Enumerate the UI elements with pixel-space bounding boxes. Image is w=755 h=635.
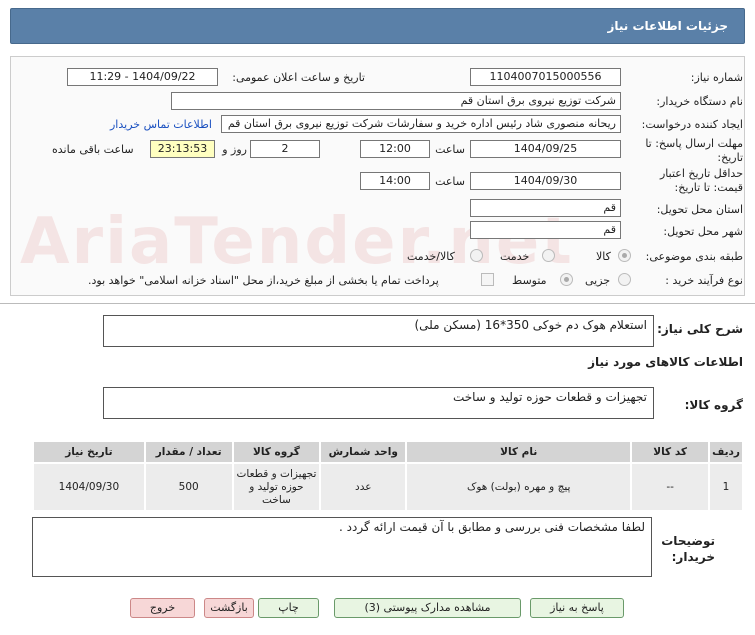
purchase-radio-minor[interactable] [618, 273, 631, 286]
purchase-option-medium: متوسط [512, 274, 547, 287]
col-name: نام کالا [405, 440, 633, 464]
col-code: کد کالا [630, 440, 711, 464]
days-remaining-field: 2 [250, 140, 320, 158]
category-radio-service[interactable] [542, 249, 555, 262]
category-radio-goods-service[interactable] [470, 249, 483, 262]
description-label: شرح کلی نیاز: [657, 322, 743, 336]
category-radio-goods[interactable] [618, 249, 631, 262]
cell-row: 1 [708, 462, 744, 512]
purchase-type-label: نوع فرآیند خرید : [665, 274, 743, 287]
print-button[interactable]: چاپ [258, 598, 319, 618]
buyer-org-field: شرکت توزیع نیروی برق استان قم [171, 92, 621, 110]
cell-unit: عدد [319, 462, 408, 512]
respond-button[interactable]: پاسخ به نیاز [530, 598, 624, 618]
creator-label: ایجاد کننده درخواست: [641, 118, 743, 131]
buyer-notes-text: لطفا مشخصات فنی بررسی و مطابق با آن قیمت… [339, 520, 645, 534]
window-title-bar: جزئیات اطلاعات نیاز [10, 8, 745, 44]
goods-group-label: گروه کالا: [684, 398, 743, 412]
col-group: گروه کالا [231, 440, 322, 464]
treasury-payment-checkbox[interactable] [481, 273, 494, 286]
price-validity-time-label: ساعت [435, 175, 465, 188]
buyer-notes-box: لطفا مشخصات فنی بررسی و مطابق با آن قیمت… [32, 517, 652, 577]
price-validity-date-field: 1404/09/30 [470, 172, 621, 190]
cell-name: پیچ و مهره (بولت) هوک [405, 462, 633, 512]
announce-label: تاریخ و ساعت اعلان عمومی: [232, 71, 365, 84]
cell-group: تجهیزات و قطعات حوزه تولید و ساخت [231, 462, 322, 512]
treasury-payment-note: پرداخت تمام یا بخشی از مبلغ خرید،از محل … [88, 274, 439, 287]
buyer-contact-link[interactable]: اطلاعات تماس خریدار [110, 118, 212, 131]
col-qty: تعداد / مقدار [143, 440, 234, 464]
purchase-radio-medium[interactable] [560, 273, 573, 286]
goods-group-box: تجهیزات و قطعات حوزه تولید و ساخت [103, 387, 654, 419]
province-label: استان محل تحویل: [656, 203, 743, 216]
need-number-label: شماره نیاز: [690, 71, 743, 84]
window-title: جزئیات اطلاعات نیاز [607, 19, 728, 33]
province-field: قم [470, 199, 621, 217]
table-header-row: ردیف کد کالا نام کالا واحد شمارش گروه کا… [32, 440, 744, 464]
category-option-goods: کالا [596, 250, 611, 263]
cell-qty: 500 [143, 462, 234, 512]
col-date: تاریخ نیاز [32, 440, 146, 464]
goods-table: ردیف کد کالا نام کالا واحد شمارش گروه کا… [32, 440, 744, 512]
price-validity-time-field: 14:00 [360, 172, 430, 190]
announce-field: 1404/09/22 - 11:29 [67, 68, 218, 86]
cell-date: 1404/09/30 [32, 462, 146, 512]
attachments-button[interactable]: مشاهده مدارک پیوستی (3) [334, 598, 521, 618]
city-label: شهر محل تحویل: [663, 225, 743, 238]
category-option-service: خدمت [500, 250, 530, 263]
deadline-date-field: 1404/09/25 [470, 140, 621, 158]
buyer-org-label: نام دستگاه خریدار: [656, 95, 743, 108]
deadline-time-field: 12:00 [360, 140, 430, 158]
city-field: قم [470, 221, 621, 239]
cell-code: -- [630, 462, 711, 512]
category-option-goods-service: کالا/خدمت [407, 250, 455, 263]
remaining-time-field: 23:13:53 [150, 140, 215, 158]
description-text: استعلام هوک دم خوکی 350*16 (مسکن ملی) [414, 318, 647, 332]
back-button[interactable]: بازگشت [204, 598, 254, 618]
creator-field: ریحانه منصوری شاد رئیس اداره خرید و سفار… [221, 115, 621, 133]
deadline-time-label: ساعت [435, 143, 465, 156]
table-row: 1 -- پیچ و مهره (بولت) هوک عدد تجهیزات و… [32, 462, 744, 512]
buyer-notes-label: توضیحات خریدار: [661, 534, 715, 564]
deadline-label: مهلت ارسال پاسخ: تا تاریخ: [645, 137, 743, 164]
description-box: استعلام هوک دم خوکی 350*16 (مسکن ملی) [103, 315, 654, 347]
category-label: طبقه بندی موضوعی: [645, 250, 743, 263]
goods-group-value: تجهیزات و قطعات حوزه تولید و ساخت [452, 390, 647, 404]
col-unit: واحد شمارش [319, 440, 408, 464]
remaining-time-label: ساعت باقی مانده [52, 143, 134, 156]
goods-info-title: اطلاعات کالاهای مورد نیاز [588, 355, 743, 369]
purchase-option-minor: جزیی [585, 274, 611, 287]
col-row: ردیف [708, 440, 744, 464]
days-label: روز و [222, 143, 247, 156]
exit-button[interactable]: خروج [130, 598, 195, 618]
section-divider [0, 303, 755, 304]
price-validity-label: حداقل تاریخ اعتبار قیمت: تا تاریخ: [659, 167, 743, 194]
need-number-field: 1104007015000556 [470, 68, 621, 86]
